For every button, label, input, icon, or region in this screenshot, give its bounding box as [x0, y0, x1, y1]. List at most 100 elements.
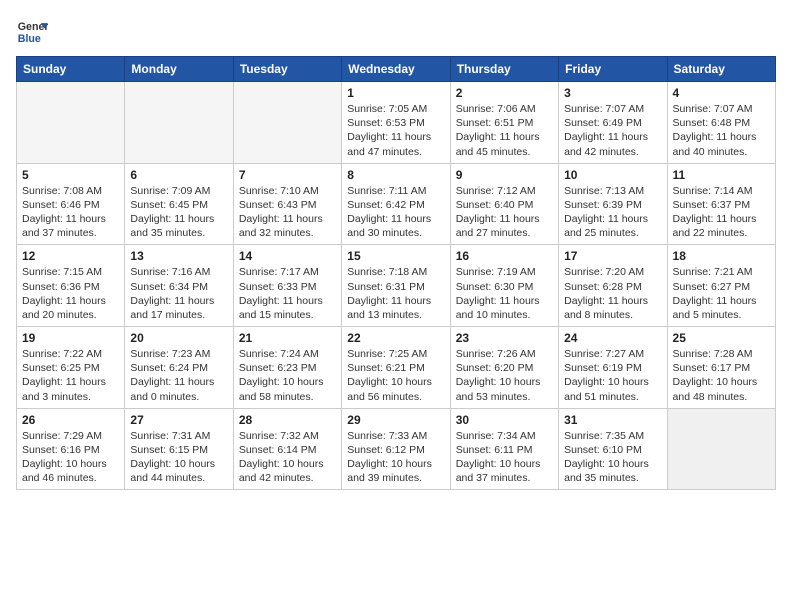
day-number: 18: [673, 249, 770, 263]
weekday-header-monday: Monday: [125, 57, 233, 82]
day-number: 21: [239, 331, 336, 345]
day-info: Sunrise: 7:07 AM Sunset: 6:49 PM Dayligh…: [564, 102, 661, 159]
day-info: Sunrise: 7:29 AM Sunset: 6:16 PM Dayligh…: [22, 429, 119, 486]
calendar-table: SundayMondayTuesdayWednesdayThursdayFrid…: [16, 56, 776, 490]
day-info: Sunrise: 7:19 AM Sunset: 6:30 PM Dayligh…: [456, 265, 553, 322]
day-cell-21: 21 Sunrise: 7:24 AM Sunset: 6:23 PM Dayli…: [233, 327, 341, 409]
day-number: 6: [130, 168, 227, 182]
day-cell-12: 12 Sunrise: 7:15 AM Sunset: 6:36 PM Dayli…: [17, 245, 125, 327]
day-cell-19: 19Sunrise: 7:22 AM Sunset: 6:25 PM Dayli…: [17, 327, 125, 409]
day-info: Sunrise: 7:23 AM Sunset: 6:24 PM Dayligh…: [130, 347, 227, 404]
logo-icon: General Blue: [16, 16, 48, 48]
day-cell-9: 9 Sunrise: 7:12 AM Sunset: 6:40 PM Daylig…: [450, 163, 558, 245]
day-number: 12: [22, 249, 119, 263]
day-cell-6: 6Sunrise: 7:09 AM Sunset: 6:45 PM Daylig…: [125, 163, 233, 245]
day-number: 28: [239, 413, 336, 427]
weekday-header-row: SundayMondayTuesdayWednesdayThursdayFrid…: [17, 57, 776, 82]
day-info: Sunrise: 7:33 AM Sunset: 6:12 PM Dayligh…: [347, 429, 444, 486]
day-cell-26: 26 Sunrise: 7:29 AM Sunset: 6:16 PM Dayli…: [17, 408, 125, 490]
day-cell-17: 17Sunrise: 7:20 AM Sunset: 6:28 PM Dayli…: [559, 245, 667, 327]
day-cell-25: 25 Sunrise: 7:28 AM Sunset: 6:17 PM Dayli…: [667, 327, 775, 409]
day-cell-27: 27 Sunrise: 7:31 AM Sunset: 6:15 PM Dayli…: [125, 408, 233, 490]
day-cell-15: 15 Sunrise: 7:18 AM Sunset: 6:31 PM Dayli…: [342, 245, 450, 327]
weekday-header-sunday: Sunday: [17, 57, 125, 82]
empty-cell: [233, 82, 341, 164]
week-row-5: 26 Sunrise: 7:29 AM Sunset: 6:16 PM Dayli…: [17, 408, 776, 490]
day-cell-14: 14Sunrise: 7:17 AM Sunset: 6:33 PM Dayli…: [233, 245, 341, 327]
day-cell-1: 1 Sunrise: 7:05 AM Sunset: 6:53 PM Daylig…: [342, 82, 450, 164]
day-number: 25: [673, 331, 770, 345]
day-number: 1: [347, 86, 444, 100]
day-info: Sunrise: 7:25 AM Sunset: 6:21 PM Dayligh…: [347, 347, 444, 404]
day-number: 8: [347, 168, 444, 182]
day-cell-30: 30 Sunrise: 7:34 AM Sunset: 6:11 PM Dayli…: [450, 408, 558, 490]
day-number: 11: [673, 168, 770, 182]
week-row-1: 1 Sunrise: 7:05 AM Sunset: 6:53 PM Daylig…: [17, 82, 776, 164]
day-info: Sunrise: 7:35 AM Sunset: 6:10 PM Dayligh…: [564, 429, 661, 486]
day-number: 17: [564, 249, 661, 263]
day-info: Sunrise: 7:11 AM Sunset: 6:42 PM Dayligh…: [347, 184, 444, 241]
day-number: 20: [130, 331, 227, 345]
day-cell-23: 23 Sunrise: 7:26 AM Sunset: 6:20 PM Dayli…: [450, 327, 558, 409]
day-number: 14: [239, 249, 336, 263]
day-info: Sunrise: 7:28 AM Sunset: 6:17 PM Dayligh…: [673, 347, 770, 404]
day-info: Sunrise: 7:16 AM Sunset: 6:34 PM Dayligh…: [130, 265, 227, 322]
day-number: 15: [347, 249, 444, 263]
day-number: 7: [239, 168, 336, 182]
day-cell-31: 31Sunrise: 7:35 AM Sunset: 6:10 PM Dayli…: [559, 408, 667, 490]
week-row-4: 19Sunrise: 7:22 AM Sunset: 6:25 PM Dayli…: [17, 327, 776, 409]
weekday-header-tuesday: Tuesday: [233, 57, 341, 82]
day-number: 4: [673, 86, 770, 100]
day-number: 9: [456, 168, 553, 182]
svg-text:General: General: [18, 21, 48, 33]
day-info: Sunrise: 7:13 AM Sunset: 6:39 PM Dayligh…: [564, 184, 661, 241]
weekday-header-saturday: Saturday: [667, 57, 775, 82]
weekday-header-friday: Friday: [559, 57, 667, 82]
day-info: Sunrise: 7:15 AM Sunset: 6:36 PM Dayligh…: [22, 265, 119, 322]
day-cell-5: 5Sunrise: 7:08 AM Sunset: 6:46 PM Daylig…: [17, 163, 125, 245]
day-cell-28: 28Sunrise: 7:32 AM Sunset: 6:14 PM Dayli…: [233, 408, 341, 490]
day-cell-16: 16Sunrise: 7:19 AM Sunset: 6:30 PM Dayli…: [450, 245, 558, 327]
day-cell-18: 18Sunrise: 7:21 AM Sunset: 6:27 PM Dayli…: [667, 245, 775, 327]
day-number: 22: [347, 331, 444, 345]
day-cell-22: 22 Sunrise: 7:25 AM Sunset: 6:21 PM Dayli…: [342, 327, 450, 409]
svg-text:Blue: Blue: [18, 33, 41, 45]
weekday-header-wednesday: Wednesday: [342, 57, 450, 82]
day-info: Sunrise: 7:24 AM Sunset: 6:23 PM Dayligh…: [239, 347, 336, 404]
day-info: Sunrise: 7:06 AM Sunset: 6:51 PM Dayligh…: [456, 102, 553, 159]
day-info: Sunrise: 7:34 AM Sunset: 6:11 PM Dayligh…: [456, 429, 553, 486]
day-number: 3: [564, 86, 661, 100]
day-cell-2: 2 Sunrise: 7:06 AM Sunset: 6:51 PM Daylig…: [450, 82, 558, 164]
day-number: 26: [22, 413, 119, 427]
empty-cell: [17, 82, 125, 164]
day-info: Sunrise: 7:08 AM Sunset: 6:46 PM Dayligh…: [22, 184, 119, 241]
day-cell-7: 7Sunrise: 7:10 AM Sunset: 6:43 PM Daylig…: [233, 163, 341, 245]
day-number: 24: [564, 331, 661, 345]
day-info: Sunrise: 7:27 AM Sunset: 6:19 PM Dayligh…: [564, 347, 661, 404]
day-info: Sunrise: 7:07 AM Sunset: 6:48 PM Dayligh…: [673, 102, 770, 159]
day-number: 29: [347, 413, 444, 427]
day-number: 27: [130, 413, 227, 427]
day-info: Sunrise: 7:12 AM Sunset: 6:40 PM Dayligh…: [456, 184, 553, 241]
day-number: 10: [564, 168, 661, 182]
day-number: 23: [456, 331, 553, 345]
day-cell-20: 20 Sunrise: 7:23 AM Sunset: 6:24 PM Dayli…: [125, 327, 233, 409]
day-cell-24: 24 Sunrise: 7:27 AM Sunset: 6:19 PM Dayli…: [559, 327, 667, 409]
week-row-2: 5Sunrise: 7:08 AM Sunset: 6:46 PM Daylig…: [17, 163, 776, 245]
day-cell-8: 8 Sunrise: 7:11 AM Sunset: 6:42 PM Daylig…: [342, 163, 450, 245]
day-info: Sunrise: 7:26 AM Sunset: 6:20 PM Dayligh…: [456, 347, 553, 404]
empty-cell: [667, 408, 775, 490]
day-info: Sunrise: 7:31 AM Sunset: 6:15 PM Dayligh…: [130, 429, 227, 486]
week-row-3: 12 Sunrise: 7:15 AM Sunset: 6:36 PM Dayli…: [17, 245, 776, 327]
day-cell-13: 13Sunrise: 7:16 AM Sunset: 6:34 PM Dayli…: [125, 245, 233, 327]
day-cell-11: 11 Sunrise: 7:14 AM Sunset: 6:37 PM Dayli…: [667, 163, 775, 245]
day-info: Sunrise: 7:18 AM Sunset: 6:31 PM Dayligh…: [347, 265, 444, 322]
day-cell-29: 29 Sunrise: 7:33 AM Sunset: 6:12 PM Dayli…: [342, 408, 450, 490]
day-number: 30: [456, 413, 553, 427]
day-cell-10: 10 Sunrise: 7:13 AM Sunset: 6:39 PM Dayli…: [559, 163, 667, 245]
day-info: Sunrise: 7:05 AM Sunset: 6:53 PM Dayligh…: [347, 102, 444, 159]
page-header: General Blue: [16, 16, 776, 48]
day-number: 2: [456, 86, 553, 100]
day-info: Sunrise: 7:14 AM Sunset: 6:37 PM Dayligh…: [673, 184, 770, 241]
day-number: 19: [22, 331, 119, 345]
